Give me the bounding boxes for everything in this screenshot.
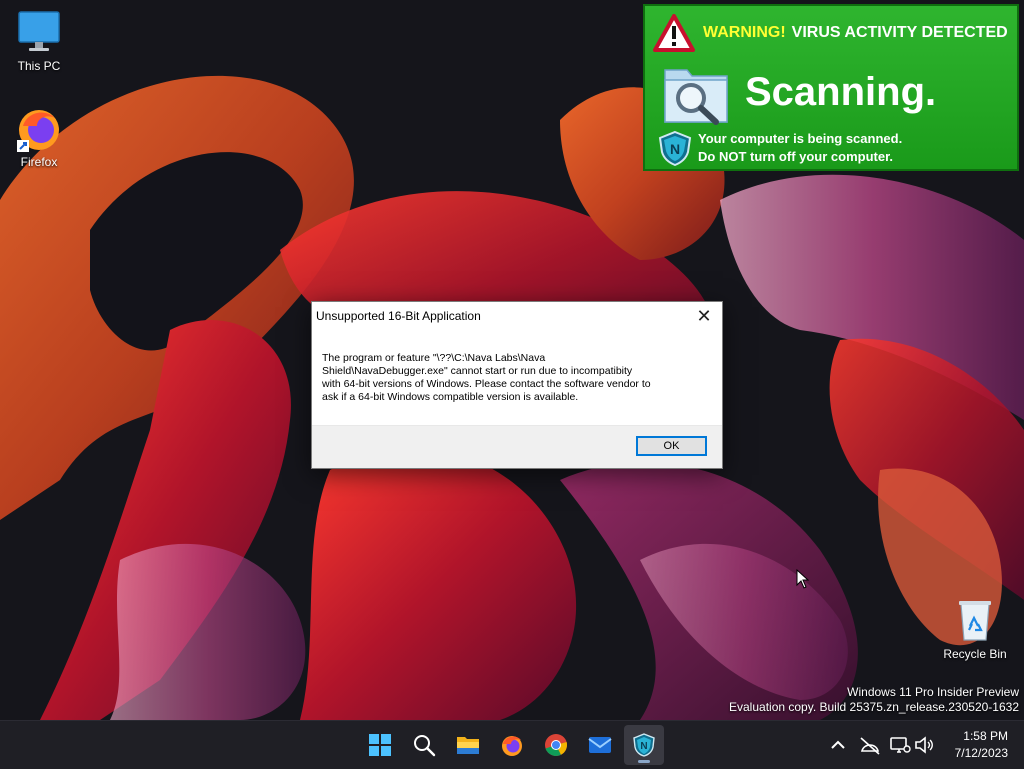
network-offline-icon[interactable] [858, 733, 882, 757]
search-icon [414, 735, 436, 757]
dialog-message-line: ask if a 64-bit Windows compatible versi… [322, 391, 579, 403]
scanning-status-text: Scanning. [745, 70, 937, 114]
clock-time: 1:58 PM [963, 729, 1008, 743]
chrome-taskbar-button[interactable] [536, 725, 576, 765]
monitor-icon [15, 8, 63, 56]
mouse-cursor-icon [796, 569, 810, 589]
warning-text: VIRUS ACTIVITY DETECTED [791, 24, 1008, 41]
dialog-message: The program or feature "\??\C:\Nava Labs… [322, 352, 702, 404]
svg-text:N: N [640, 741, 647, 752]
desktop-icon-label: Recycle Bin [943, 647, 1007, 661]
recycle-bin-icon [951, 596, 999, 644]
desktop-icon-firefox[interactable]: Firefox [1, 104, 77, 169]
file-explorer-icon [457, 737, 479, 754]
search-button[interactable] [404, 725, 444, 765]
dialog-message-line: The program or feature "\??\C:\Nava Labs… [322, 352, 546, 364]
clock-date: 7/12/2023 [954, 746, 1008, 760]
svg-text:N: N [670, 141, 680, 157]
speaker-icon[interactable] [912, 733, 936, 757]
desktop-icon-label: This PC [17, 59, 61, 73]
scan-status-line1: Your computer is being scanned. [698, 131, 903, 146]
nava-shield-taskbar-button[interactable]: N [624, 725, 664, 765]
desktop-icon-label: Firefox [20, 155, 58, 169]
start-button[interactable] [360, 725, 400, 765]
close-button[interactable]: ✕ [690, 303, 718, 329]
active-app-indicator [638, 760, 650, 763]
desktop-icon-this-pc[interactable]: This PC [1, 8, 77, 73]
nava-shield-icon: N [657, 130, 693, 171]
taskbar: N 1:58 PM 7/12/2023 [0, 720, 1024, 769]
folder-search-icon [661, 60, 731, 131]
firefox-icon [15, 104, 63, 152]
warning-triangle-icon [653, 14, 695, 52]
dialog-message-line: with 64-bit versions of Windows. Please … [322, 378, 651, 390]
chrome-icon [545, 734, 567, 756]
firefox-taskbar-button[interactable] [492, 725, 532, 765]
scan-status-line2: Do NOT turn off your computer. [698, 149, 894, 164]
warning-label: WARNING! [703, 24, 786, 41]
unsupported-app-dialog[interactable]: Unsupported 16-Bit Application ✕ The pro… [311, 301, 723, 469]
dialog-message-line: Shield\NavaDebugger.exe" cannot start or… [322, 365, 633, 377]
taskbar-clock[interactable]: 1:58 PM 7/12/2023 [955, 728, 1008, 762]
firefox-icon [502, 736, 522, 756]
watermark-line1: Windows 11 Pro Insider Preview [847, 685, 1019, 699]
nava-shield-icon: N [633, 733, 655, 757]
file-explorer-button[interactable] [448, 725, 488, 765]
ok-button[interactable]: OK [636, 436, 707, 456]
warning-header: WARNING! VIRUS ACTIVITY DETECTED [653, 12, 1008, 54]
evaluation-watermark: Windows 11 Pro Insider Preview Evaluatio… [729, 685, 1019, 715]
display-icon[interactable] [888, 733, 912, 757]
dialog-footer: OK [312, 425, 722, 468]
start-icon [369, 734, 391, 756]
mail-icon [588, 737, 612, 753]
watermark-line2: Evaluation copy. Build 25375.zn_release.… [729, 700, 1019, 714]
desktop-icon-recycle-bin[interactable]: Recycle Bin [937, 596, 1013, 661]
dialog-title: Unsupported 16-Bit Application [316, 309, 481, 323]
virus-warning-banner[interactable]: WARNING! VIRUS ACTIVITY DETECTED Scannin… [643, 4, 1019, 171]
mail-taskbar-button[interactable] [580, 725, 620, 765]
chevron-up-icon[interactable] [826, 733, 850, 757]
